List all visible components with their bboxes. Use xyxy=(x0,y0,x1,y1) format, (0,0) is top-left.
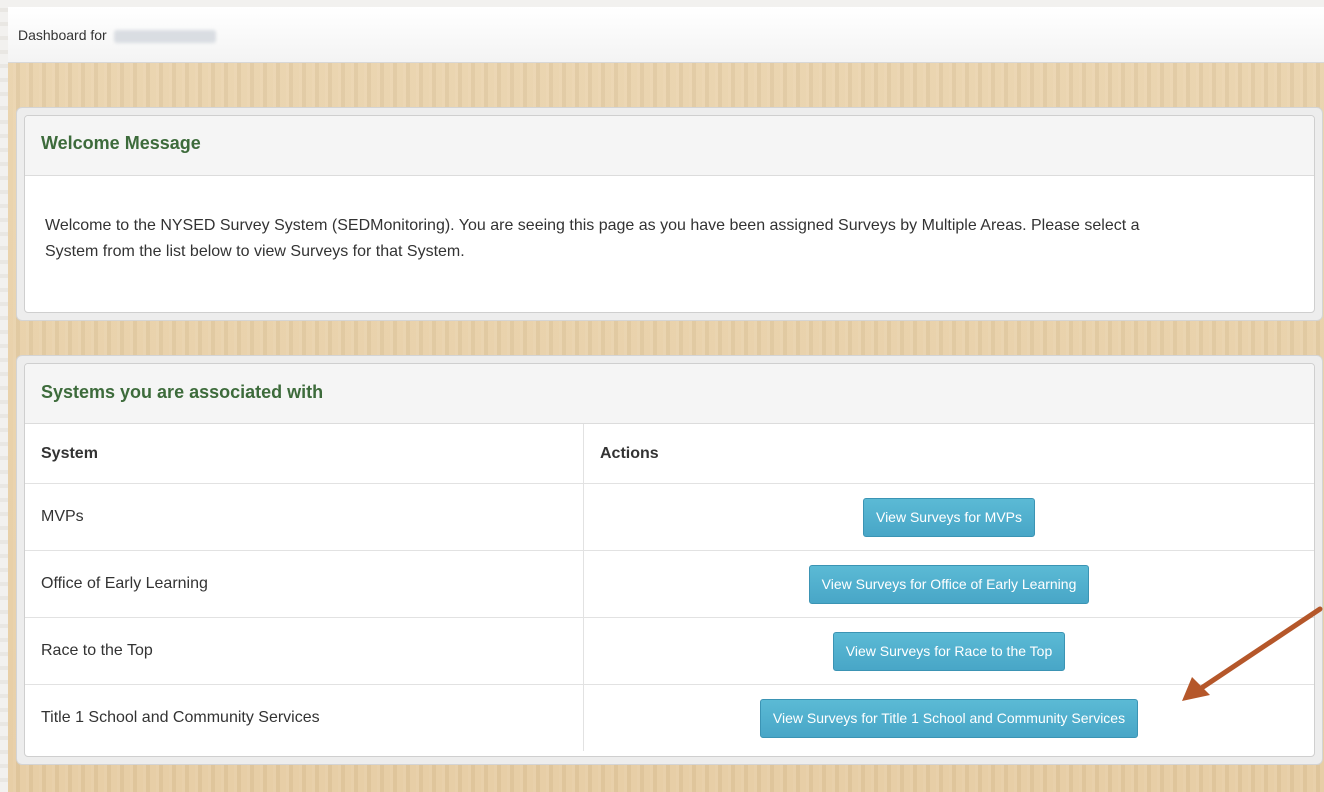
systems-panel-wrapper: Systems you are associated with System A… xyxy=(16,355,1323,765)
top-bar: Dashboard for xyxy=(8,7,1324,63)
systems-heading: Systems you are associated with xyxy=(25,364,1314,424)
table-row: Office of Early Learning View Surveys fo… xyxy=(25,550,1314,618)
welcome-panel-wrapper: Welcome Message Welcome to the NYSED Sur… xyxy=(16,107,1323,321)
table-row: Race to the Top View Surveys for Race to… xyxy=(25,617,1314,685)
column-header-actions: Actions xyxy=(600,444,659,462)
window-frame-left xyxy=(0,0,8,792)
actions-cell: View Surveys for Office of Early Learnin… xyxy=(583,550,1314,618)
system-name: Race to the Top xyxy=(25,617,584,685)
redacted-district-name xyxy=(113,29,216,43)
table-row: MVPs View Surveys for MVPs xyxy=(25,483,1314,551)
system-name: Office of Early Learning xyxy=(25,550,584,618)
dashboard-title: Dashboard for xyxy=(18,27,216,43)
welcome-panel: Welcome Message Welcome to the NYSED Sur… xyxy=(24,115,1315,313)
view-surveys-mvps-button[interactable]: View Surveys for MVPs xyxy=(862,497,1035,537)
actions-cell: View Surveys for MVPs xyxy=(583,483,1314,551)
welcome-line-2: System from the list below to view Surve… xyxy=(45,243,465,260)
welcome-line-1: Welcome to the NYSED Survey System (SEDM… xyxy=(45,217,1140,234)
column-header-system: System xyxy=(25,424,584,484)
actions-cell: View Surveys for Race to the Top xyxy=(583,617,1314,685)
welcome-heading: Welcome Message xyxy=(25,116,1314,176)
welcome-message: Welcome to the NYSED Survey System (SEDM… xyxy=(25,176,1314,265)
systems-panel: Systems you are associated with System A… xyxy=(24,363,1315,757)
system-name: Title 1 School and Community Services xyxy=(25,684,584,751)
system-name: MVPs xyxy=(25,483,584,551)
view-surveys-title1-button[interactable]: View Surveys for Title 1 School and Comm… xyxy=(759,698,1139,738)
view-surveys-early-learning-button[interactable]: View Surveys for Office of Early Learnin… xyxy=(808,564,1090,604)
systems-table: System Actions MVPs View Surveys for MVP… xyxy=(25,424,1314,751)
window-frame-top xyxy=(0,0,1324,7)
dashboard-label: Dashboard for xyxy=(18,27,107,43)
table-header-row: System Actions xyxy=(25,424,1314,484)
table-row: Title 1 School and Community Services Vi… xyxy=(25,684,1314,751)
view-surveys-race-to-top-button[interactable]: View Surveys for Race to the Top xyxy=(832,631,1066,671)
actions-cell: View Surveys for Title 1 School and Comm… xyxy=(583,684,1314,751)
